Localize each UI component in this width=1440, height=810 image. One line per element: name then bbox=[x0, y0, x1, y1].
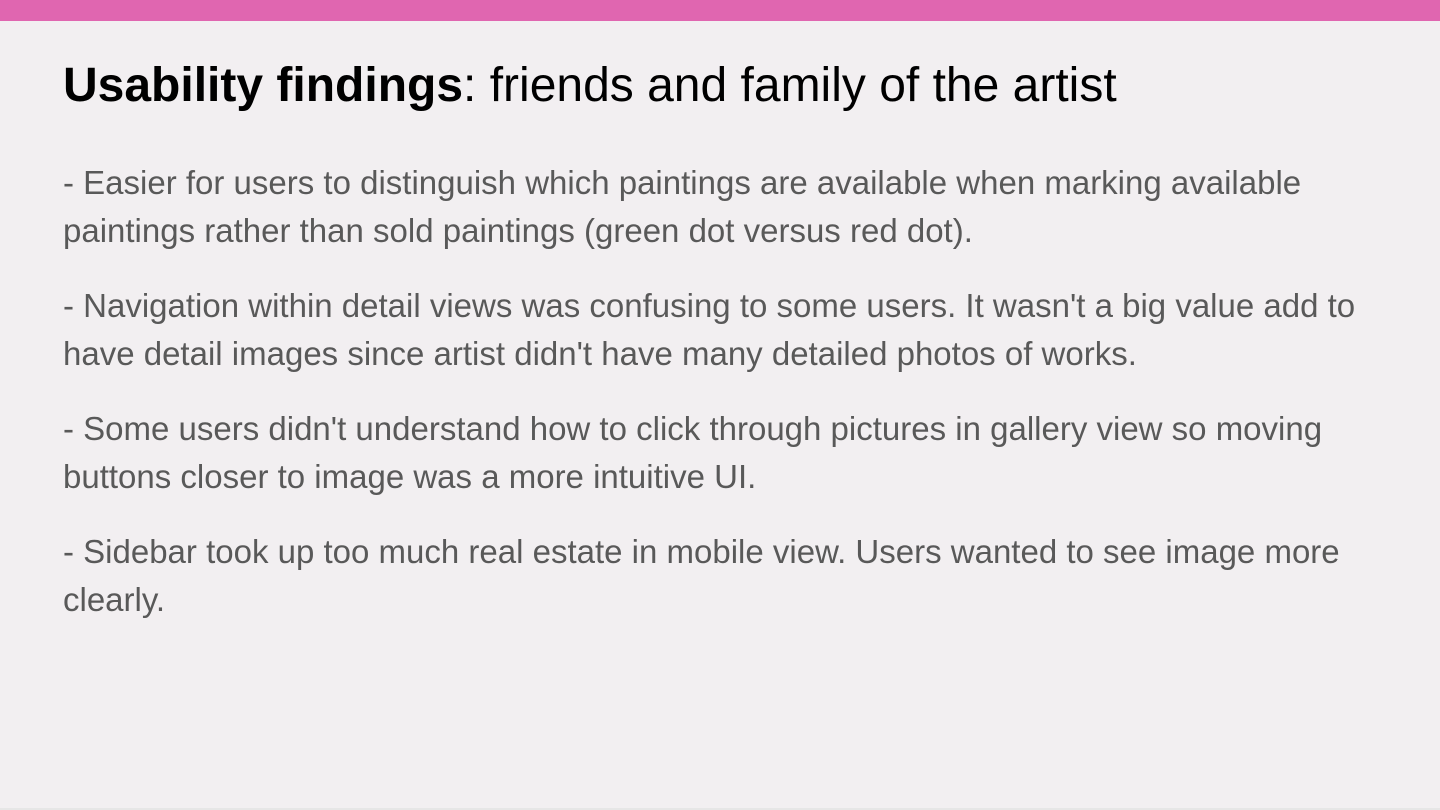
slide-title-rest: : friends and family of the artist bbox=[463, 59, 1117, 112]
finding-item: - Some users didn't understand how to cl… bbox=[63, 410, 1323, 495]
slide-title-bold: Usability findings bbox=[63, 59, 464, 112]
finding-item: - Sidebar took up too much real estate i… bbox=[63, 533, 1340, 618]
accent-bar bbox=[0, 0, 1440, 21]
finding-item: - Navigation within detail views was con… bbox=[63, 287, 1356, 372]
finding-item: - Easier for users to distinguish which … bbox=[63, 164, 1302, 249]
findings-list: - Easier for users to distinguish which … bbox=[63, 159, 1383, 651]
slide: Usability findings: friends and family o… bbox=[0, 0, 1440, 810]
slide-title: Usability findings: friends and family o… bbox=[63, 56, 1117, 116]
